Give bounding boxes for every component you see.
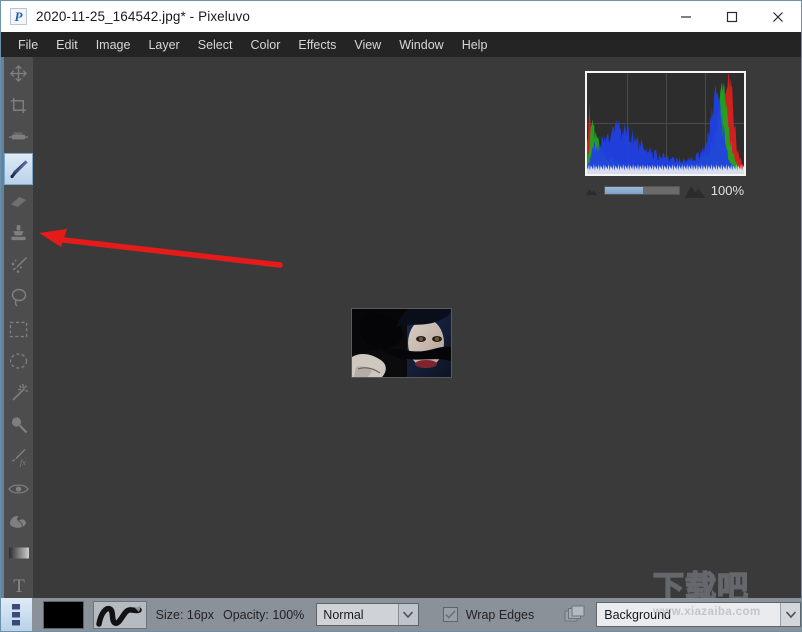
menu-item-effects[interactable]: Effects: [289, 35, 345, 55]
eraser-icon: [10, 196, 27, 209]
layer-name-value: Background: [604, 607, 671, 622]
brush-stroke-icon: [95, 605, 142, 627]
menu-item-help[interactable]: Help: [453, 35, 497, 55]
minimize-button[interactable]: [663, 1, 709, 32]
lasso-icon: [11, 288, 26, 307]
lasso-select-tool[interactable]: [4, 281, 33, 313]
clone-stamp-icon: [8, 131, 28, 139]
wrap-edges-label: Wrap Edges: [465, 607, 535, 622]
blend-mode-value: Normal: [323, 607, 364, 622]
large-mountain-icon: [685, 185, 706, 198]
menu-item-image[interactable]: Image: [87, 35, 140, 55]
red-arrow-annotation: [39, 229, 283, 268]
histogram-curves: [587, 73, 744, 174]
red-eye-tool[interactable]: [4, 473, 33, 505]
layer-select[interactable]: Background: [596, 602, 801, 627]
wrap-edges-control[interactable]: Wrap Edges: [442, 607, 535, 622]
foreground-color-swatch[interactable]: [42, 600, 84, 629]
histogram-zoom-bar: 100%: [586, 180, 744, 200]
minimize-icon: [681, 15, 691, 18]
canvas-area[interactable]: 100%: [33, 57, 801, 598]
spray-icon: [11, 256, 27, 273]
window-controls: [663, 1, 801, 32]
svg-text:fx: fx: [20, 458, 26, 467]
title-bar: P 2020-11-25_164542.jpg* - Pixeluvo: [1, 1, 801, 32]
rubber-stamp-tool[interactable]: [4, 217, 33, 249]
move-tool[interactable]: [4, 57, 33, 89]
crop-icon: [10, 97, 27, 113]
effect-brush-icon: fx: [11, 448, 26, 467]
color-swatches-icon: [12, 603, 21, 625]
color-palette-button[interactable]: [1, 598, 32, 631]
image-document[interactable]: [351, 308, 452, 378]
zoom-slider[interactable]: [603, 185, 681, 195]
close-icon: [773, 11, 783, 22]
rectangle-select-tool[interactable]: [4, 313, 33, 345]
paintbrush-icon: [10, 160, 27, 179]
smudge-tool[interactable]: [4, 505, 33, 537]
chevron-down-icon: [403, 611, 414, 618]
tool-options-bar: Size: 16px Opacity: 100% Normal Wrap Edg…: [1, 598, 801, 631]
gradient-icon: [8, 547, 29, 559]
paintbrush-tool[interactable]: [4, 153, 33, 185]
layers-button[interactable]: [564, 605, 586, 625]
ellipse-select-icon: [9, 353, 28, 369]
brush-opacity-label: Opacity: 100%: [223, 607, 305, 622]
svg-text:T: T: [13, 576, 25, 595]
maximize-icon: [726, 11, 738, 22]
clone-stamp-tool[interactable]: [4, 121, 33, 153]
menu-item-window[interactable]: Window: [390, 35, 452, 55]
toolbox: fx T: [4, 57, 33, 598]
magic-wand-tool[interactable]: [4, 377, 33, 409]
menu-item-edit[interactable]: Edit: [47, 35, 87, 55]
wrap-edges-checkbox[interactable]: [442, 607, 458, 622]
close-button[interactable]: [755, 1, 801, 32]
menu-item-color[interactable]: Color: [241, 35, 289, 55]
zoom-level-label: 100%: [710, 182, 744, 198]
ellipse-select-tool[interactable]: [4, 345, 33, 377]
menu-item-layer[interactable]: Layer: [139, 35, 188, 55]
menu-item-select[interactable]: Select: [189, 35, 242, 55]
text-t-icon: T: [13, 576, 25, 595]
menu-bar: File Edit Image Layer Select Color Effec…: [1, 32, 801, 57]
maximize-button[interactable]: [709, 1, 755, 32]
small-mountain-icon: [586, 188, 598, 195]
magic-wand-icon: [11, 384, 28, 401]
brush-preview[interactable]: [92, 600, 147, 629]
checkmark-icon: [444, 610, 456, 619]
crop-tool[interactable]: [4, 89, 33, 121]
smudge-hand-icon: [9, 516, 27, 528]
blend-mode-dropdown-arrow[interactable]: [397, 604, 418, 625]
histogram-panel[interactable]: 100%: [585, 71, 746, 200]
window-title: 2020-11-25_164542.jpg* - Pixeluvo: [36, 9, 250, 24]
eraser-tool[interactable]: [4, 185, 33, 217]
menu-item-view[interactable]: View: [345, 35, 390, 55]
text-tool[interactable]: T: [4, 569, 33, 598]
eye-icon: [8, 484, 29, 494]
layer-select-dropdown-arrow[interactable]: [780, 603, 800, 626]
rubber-stamp-icon: [11, 224, 26, 241]
histogram-plot: [585, 71, 746, 176]
menu-item-file[interactable]: File: [9, 35, 47, 55]
zoom-slider-fill: [604, 186, 644, 194]
blend-mode-select[interactable]: Normal: [316, 603, 419, 626]
gradient-tool[interactable]: [4, 537, 33, 569]
app-logo-icon: P: [10, 8, 27, 25]
effect-brush-tool[interactable]: fx: [4, 441, 33, 473]
magnifier-icon: [11, 417, 27, 434]
layers-icon: [564, 605, 585, 621]
spray-tool[interactable]: [4, 249, 33, 281]
rectangle-select-icon: [9, 321, 28, 337]
chevron-down-icon: [785, 611, 796, 618]
brush-size-label: Size: 16px: [155, 607, 214, 622]
pixeluvo-window: P 2020-11-25_164542.jpg* - Pixeluvo File…: [0, 0, 802, 632]
zoom-tool[interactable]: [4, 409, 33, 441]
document-thumbnail: [352, 309, 451, 377]
move-icon: [9, 64, 28, 82]
